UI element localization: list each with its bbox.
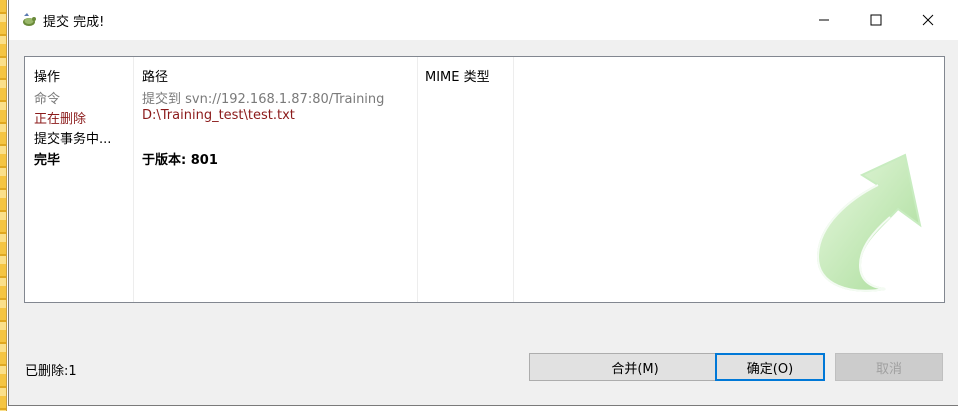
column-divider bbox=[133, 57, 134, 302]
column-header-path[interactable]: 路径 bbox=[142, 66, 168, 85]
row-action: 完毕 bbox=[34, 153, 61, 168]
status-deleted-count: 已删除:1 bbox=[25, 364, 77, 379]
row-path: D:\Training_test\test.txt bbox=[142, 108, 295, 123]
column-header-action[interactable]: 操作 bbox=[34, 66, 60, 85]
column-header-mime[interactable]: MIME 类型 bbox=[425, 66, 490, 85]
window-title: 提交 完成! bbox=[43, 15, 105, 30]
ok-button[interactable]: 确定(O) bbox=[715, 353, 825, 381]
background-folder-strip bbox=[0, 0, 7, 411]
column-divider bbox=[513, 57, 514, 302]
row-action: 命令 bbox=[34, 92, 61, 107]
row-path: 于版本: 801 bbox=[142, 153, 218, 168]
row-action: 提交事务中... bbox=[34, 132, 112, 147]
minimize-button[interactable] bbox=[801, 0, 847, 40]
maximize-button[interactable] bbox=[853, 0, 899, 40]
row-path: 提交到 svn://192.168.1.87:80/Training bbox=[142, 92, 385, 107]
column-divider bbox=[417, 57, 418, 302]
commit-arrow-icon bbox=[816, 153, 922, 292]
close-icon bbox=[922, 14, 934, 26]
minimize-icon bbox=[819, 19, 829, 21]
merge-button[interactable]: 合并(M) bbox=[529, 353, 741, 381]
cancel-button[interactable]: 取消 bbox=[835, 353, 943, 381]
commit-dialog: 提交 完成! 操作 路径 MIME 类型 命令 提交到 svn://192.16… bbox=[8, 0, 958, 406]
commit-log-list[interactable]: 操作 路径 MIME 类型 命令 提交到 svn://192.168.1.87:… bbox=[24, 56, 945, 303]
close-button[interactable] bbox=[905, 0, 951, 40]
row-action: 正在删除 bbox=[34, 112, 87, 127]
tortoisesvn-icon bbox=[23, 13, 36, 26]
maximize-icon bbox=[870, 14, 882, 26]
title-bar: 提交 完成! bbox=[9, 0, 958, 40]
